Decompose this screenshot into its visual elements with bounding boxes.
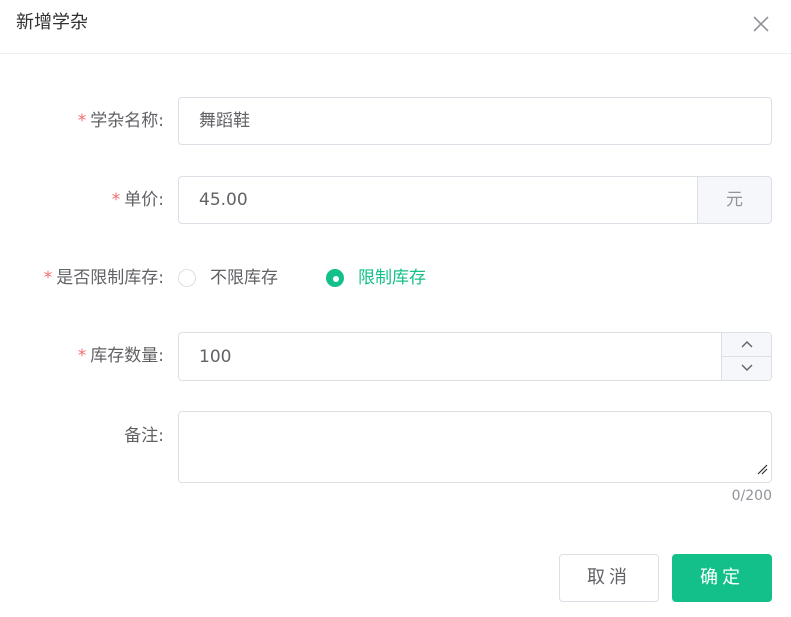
price-value: 45.00 (199, 190, 248, 210)
name-value: 舞蹈鞋 (199, 111, 250, 131)
price-label: * 单价: (111, 190, 164, 210)
stock-qty-input[interactable]: 100 (178, 332, 772, 381)
close-icon[interactable] (750, 13, 772, 35)
dialog-title: 新增学杂 (16, 12, 88, 33)
required-mark: * (111, 190, 121, 210)
chevron-down-icon (741, 364, 753, 371)
radio-label: 限制库存 (358, 268, 426, 288)
cancel-button[interactable]: 取消 (559, 554, 659, 602)
resize-handle-icon[interactable] (756, 460, 768, 479)
limit-stock-label: * 是否限制库存: (43, 268, 164, 288)
price-input[interactable]: 45.00 元 (178, 176, 772, 224)
required-mark: * (77, 111, 87, 131)
dialog-header: 新增学杂 (0, 0, 791, 54)
stock-qty-value: 100 (199, 347, 232, 367)
price-unit: 元 (697, 177, 771, 223)
stock-qty-label: * 库存数量: (77, 346, 164, 366)
name-input[interactable]: 舞蹈鞋 (178, 97, 772, 145)
remark-label: 备注: (124, 426, 164, 446)
stock-qty-stepper[interactable] (721, 333, 771, 380)
increase-button[interactable] (722, 333, 771, 357)
remark-textarea[interactable] (178, 411, 772, 483)
name-label: * 学杂名称: (77, 111, 164, 131)
radio-circle[interactable] (178, 269, 196, 287)
required-mark: * (43, 268, 53, 288)
confirm-button[interactable]: 确定 (672, 554, 772, 602)
required-mark: * (77, 346, 87, 366)
chevron-up-icon (741, 341, 753, 348)
radio-circle[interactable] (326, 269, 344, 287)
remark-char-count: 0/200 (731, 488, 772, 504)
decrease-button[interactable] (722, 357, 771, 381)
radio-label: 不限库存 (210, 268, 278, 288)
